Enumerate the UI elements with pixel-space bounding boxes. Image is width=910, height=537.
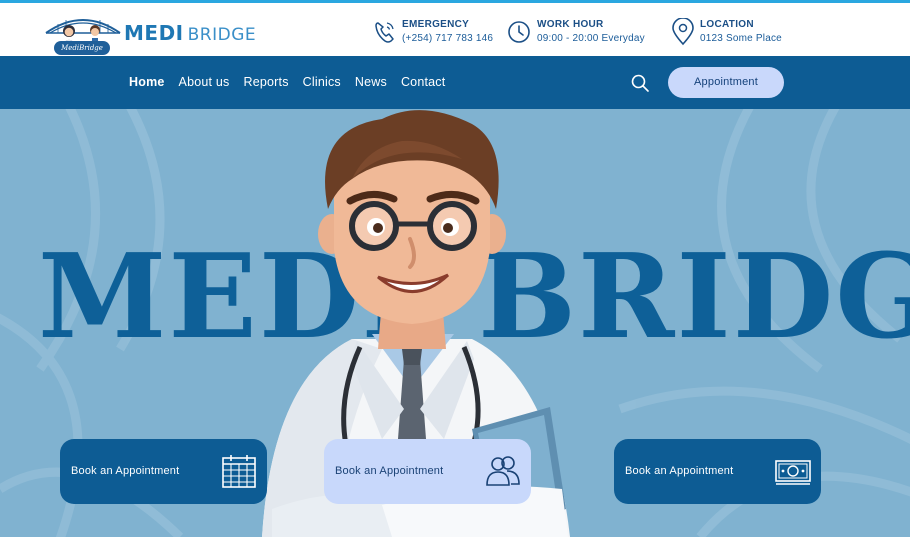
book-appointment-card-people[interactable]: Book an Appointment bbox=[324, 439, 531, 504]
main-navbar: Home About us Reports Clinics News Conta… bbox=[0, 56, 910, 109]
search-icon[interactable] bbox=[630, 73, 650, 93]
nav-item-home[interactable]: Home bbox=[129, 75, 165, 89]
card-label: Book an Appointment bbox=[335, 465, 444, 477]
nav-item-news[interactable]: News bbox=[355, 75, 387, 89]
location-value: 0123 Some Place bbox=[700, 33, 782, 44]
work-hour-label: WORK HOUR bbox=[537, 19, 604, 30]
location-pin-icon bbox=[672, 18, 694, 46]
nav-item-about-us[interactable]: About us bbox=[179, 75, 230, 89]
book-appointment-card-money[interactable]: Book an Appointment bbox=[614, 439, 821, 504]
hero-section: MEDI BRIDGE bbox=[0, 109, 910, 537]
emergency-phone[interactable]: (+254) 717 783 146 bbox=[402, 33, 493, 44]
brand-name: MEDI BRIDGE bbox=[124, 21, 257, 45]
logo-badge: MediBridge bbox=[54, 41, 110, 55]
card-label: Book an Appointment bbox=[71, 465, 180, 477]
nav-item-clinics[interactable]: Clinics bbox=[303, 75, 341, 89]
nav-item-reports[interactable]: Reports bbox=[243, 75, 288, 89]
nav-menu: Home About us Reports Clinics News Conta… bbox=[129, 75, 459, 89]
money-icon bbox=[775, 460, 811, 485]
people-icon bbox=[486, 456, 520, 486]
logo[interactable]: MediBridge MEDI BRIDGE bbox=[44, 11, 256, 57]
clock-icon bbox=[508, 21, 530, 43]
nav-item-contact[interactable]: Contact bbox=[401, 75, 445, 89]
card-label: Book an Appointment bbox=[625, 465, 734, 477]
phone-icon bbox=[375, 22, 394, 43]
appointment-button[interactable]: Appointment bbox=[668, 67, 784, 98]
calendar-icon bbox=[222, 455, 256, 488]
work-hour-value: 09:00 - 20:00 Everyday bbox=[537, 33, 645, 44]
emergency-label: EMERGENCY bbox=[402, 19, 470, 30]
top-bar: MediBridge MEDI BRIDGE EMERGENCY (+254) 7… bbox=[0, 0, 910, 56]
book-appointment-card-calendar[interactable]: Book an Appointment bbox=[60, 439, 267, 504]
location-label: LOCATION bbox=[700, 19, 754, 30]
